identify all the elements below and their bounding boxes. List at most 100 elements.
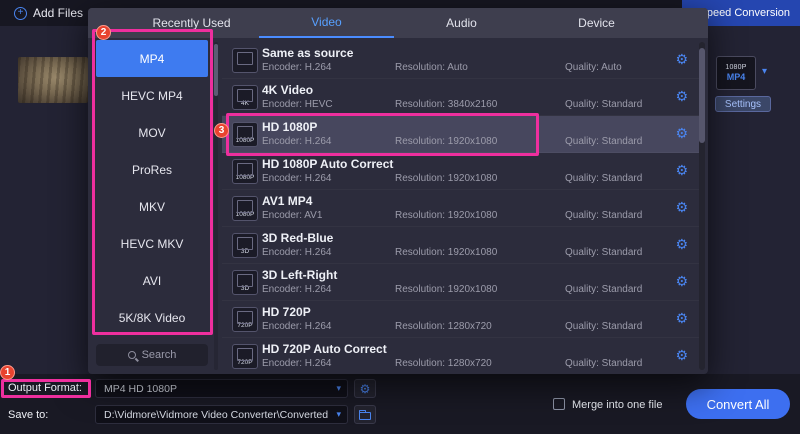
format-quality: Quality: Standard (565, 99, 642, 110)
gear-icon[interactable]: ⚙ (675, 274, 688, 290)
tab-video[interactable]: Video (259, 8, 394, 38)
format-encoder: Encoder: H.264 (262, 321, 332, 332)
format-row-hd-1080p-auto-correct[interactable]: 1080P HD 1080P Auto Correct Encoder: H.2… (222, 153, 700, 190)
chevron-down-icon[interactable]: ▾ (336, 384, 341, 394)
sidebar-item-hevc-mkv[interactable]: HEVC MKV (96, 225, 208, 262)
speed-conversion-label: peed Conversion (707, 7, 790, 19)
format-encoder: Encoder: AV1 (262, 210, 322, 221)
gear-icon[interactable]: ⚙ (675, 311, 688, 327)
format-name: HD 1080P Auto Correct (262, 157, 393, 171)
annotation-step-2: 2 (96, 25, 111, 40)
merge-checkbox[interactable] (553, 398, 565, 410)
tab-recently-used[interactable]: Recently Used (124, 8, 259, 38)
format-row-4k-video[interactable]: 4K 4K Video Encoder: HEVC Resolution: 38… (222, 79, 700, 116)
format-resolution: Resolution: 1920x1080 (395, 247, 497, 258)
sidebar-item-mkv[interactable]: MKV (96, 188, 208, 225)
gear-icon[interactable]: ⚙ (675, 89, 688, 105)
add-files-button[interactable]: + Add Files ▾ (14, 0, 93, 26)
format-dialog: Recently Used Video Audio Device MP4 HEV… (88, 8, 708, 374)
format-icon (232, 48, 258, 73)
sidebar-item-prores[interactable]: ProRes (96, 151, 208, 188)
format-quality: Quality: Standard (565, 358, 642, 369)
search-icon (128, 351, 136, 359)
format-quality: Quality: Auto (565, 62, 622, 73)
format-dropdown-caret-icon[interactable]: ▾ (762, 66, 767, 77)
format-icon: 1080P (232, 159, 258, 184)
gear-icon[interactable]: ⚙ (675, 348, 688, 364)
format-encoder: Encoder: H.264 (262, 358, 332, 369)
format-icon: 3D (232, 233, 258, 258)
format-name: 4K Video (262, 83, 313, 97)
settings-button[interactable]: Settings (715, 96, 771, 112)
tab-audio[interactable]: Audio (394, 8, 529, 38)
gear-icon[interactable]: ⚙ (675, 126, 688, 142)
format-list: Same as source Encoder: H.264 Resolution… (222, 42, 700, 370)
format-badge-resolution: 1080P (725, 64, 746, 71)
merge-label: Merge into one file (572, 399, 663, 411)
format-icon: 1080P (232, 196, 258, 221)
gear-icon[interactable]: ⚙ (675, 163, 688, 179)
save-to-dropdown[interactable]: D:\Vidmore\Vidmore Video Converter\Conve… (95, 405, 348, 424)
save-to-label: Save to: (8, 409, 48, 421)
format-encoder: Encoder: H.264 (262, 136, 332, 147)
gear-icon[interactable]: ⚙ (675, 52, 688, 68)
format-resolution: Resolution: 1280x720 (395, 321, 492, 332)
output-format-label: Output Format: (8, 382, 82, 394)
video-thumbnail[interactable] (18, 57, 88, 103)
sidebar-item-hevc-mp4[interactable]: HEVC MP4 (96, 77, 208, 114)
chevron-down-icon[interactable]: ▾ (336, 410, 341, 420)
save-to-value: D:\Vidmore\Vidmore Video Converter\Conve… (104, 409, 328, 421)
sidebar-scrollbar[interactable] (214, 42, 218, 370)
format-name: 3D Red-Blue (262, 231, 333, 245)
format-encoder: Encoder: HEVC (262, 99, 333, 110)
sidebar-item-mov[interactable]: MOV (96, 114, 208, 151)
sidebar-item-5k8k[interactable]: 5K/8K Video (96, 299, 208, 336)
convert-all-button[interactable]: Convert All (686, 389, 790, 419)
format-row-same-as-source[interactable]: Same as source Encoder: H.264 Resolution… (222, 42, 700, 79)
gear-icon: ⚙ (360, 382, 371, 396)
add-icon: + (14, 7, 27, 20)
format-category-sidebar: MP4 HEVC MP4 MOV ProRes MKV HEVC MKV AVI… (96, 40, 208, 336)
gear-icon[interactable]: ⚙ (675, 200, 688, 216)
format-resolution: Resolution: 1920x1080 (395, 284, 497, 295)
tab-device[interactable]: Device (529, 8, 664, 38)
format-row-3d-left-right[interactable]: 3D 3D Left-Right Encoder: H.264 Resoluti… (222, 264, 700, 301)
annotation-step-3: 3 (214, 123, 229, 138)
output-format-value: MP4 HD 1080P (104, 383, 177, 395)
search-input[interactable]: Search (96, 344, 208, 366)
sidebar-scrollbar-thumb[interactable] (214, 44, 218, 96)
output-format-settings-button[interactable]: ⚙ (354, 379, 376, 398)
browse-folder-button[interactable] (354, 405, 376, 424)
format-row-hd-720p-auto-correct[interactable]: 720P HD 720P Auto Correct Encoder: H.264… (222, 338, 700, 370)
format-quality: Quality: Standard (565, 321, 642, 332)
format-row-hd-720p[interactable]: 720P HD 720P Encoder: H.264 Resolution: … (222, 301, 700, 338)
output-format-badge[interactable]: 1080P MP4 (716, 56, 756, 90)
output-format-dropdown[interactable]: MP4 HD 1080P ▾ (95, 379, 348, 398)
format-quality: Quality: Standard (565, 210, 642, 221)
format-name: HD 1080P (262, 120, 317, 134)
format-icon: 1080P (232, 122, 258, 147)
format-icon: 720P (232, 344, 258, 369)
list-scrollbar[interactable] (699, 42, 705, 370)
format-badge-container: MP4 (727, 72, 746, 82)
sidebar-item-avi[interactable]: AVI (96, 262, 208, 299)
format-resolution: Resolution: 1920x1080 (395, 210, 497, 221)
format-row-3d-red-blue[interactable]: 3D 3D Red-Blue Encoder: H.264 Resolution… (222, 227, 700, 264)
format-resolution: Resolution: 1920x1080 (395, 136, 497, 147)
format-quality: Quality: Standard (565, 136, 642, 147)
format-encoder: Encoder: H.264 (262, 62, 332, 73)
format-name: HD 720P (262, 305, 311, 319)
format-resolution: Resolution: Auto (395, 62, 468, 73)
format-resolution: Resolution: 1920x1080 (395, 173, 497, 184)
list-scrollbar-thumb[interactable] (699, 48, 705, 143)
sidebar-item-mp4[interactable]: MP4 (96, 40, 208, 77)
format-row-hd-1080p[interactable]: 1080P HD 1080P Encoder: H.264 Resolution… (222, 116, 700, 153)
annotation-step-1: 1 (0, 365, 15, 380)
format-row-av1-mp4[interactable]: 1080P AV1 MP4 Encoder: AV1 Resolution: 1… (222, 190, 700, 227)
format-name: HD 720P Auto Correct (262, 342, 387, 356)
gear-icon[interactable]: ⚙ (675, 237, 688, 253)
format-encoder: Encoder: H.264 (262, 173, 332, 184)
format-icon: 3D (232, 270, 258, 295)
format-name: Same as source (262, 46, 353, 60)
format-dialog-tabs: Recently Used Video Audio Device (88, 8, 708, 38)
